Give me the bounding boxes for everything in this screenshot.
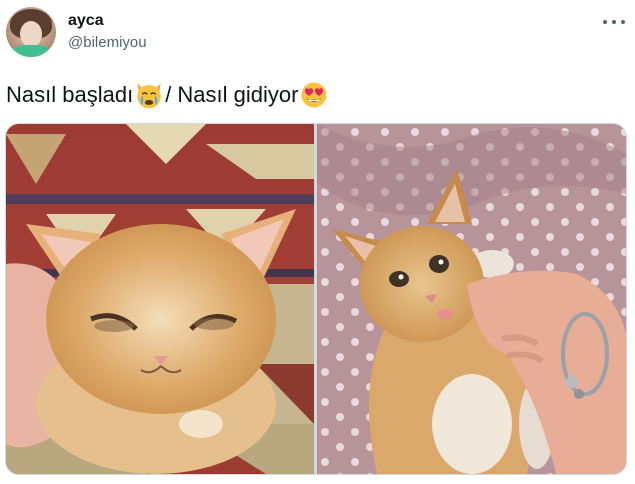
tweet-text-part2: / Nasıl gidiyor [165, 82, 299, 107]
tweet-text-part1: Nasıl başladı [6, 82, 134, 107]
media-container[interactable] [5, 123, 627, 475]
avatar-clothing [12, 45, 50, 57]
dot [612, 20, 616, 24]
tweet-text: Nasıl başladı / Nasıl gidiyor [6, 80, 330, 110]
smiling-face-with-heart-eyes-emoji [301, 82, 327, 108]
avatar[interactable] [6, 7, 56, 57]
display-name[interactable]: ayca [68, 12, 104, 30]
more-options-icon[interactable] [603, 13, 625, 31]
crying-cat-face-emoji [137, 83, 161, 109]
avatar-face [20, 21, 42, 47]
user-handle[interactable]: @bilemiyou [68, 34, 147, 51]
dot [603, 20, 607, 24]
healthy-kitten-photo[interactable] [317, 124, 626, 474]
dot [621, 20, 625, 24]
tweet: ayca @bilemiyou Nasıl başladı / Nasıl gi… [0, 0, 635, 484]
sick-kitten-photo[interactable] [6, 124, 314, 474]
